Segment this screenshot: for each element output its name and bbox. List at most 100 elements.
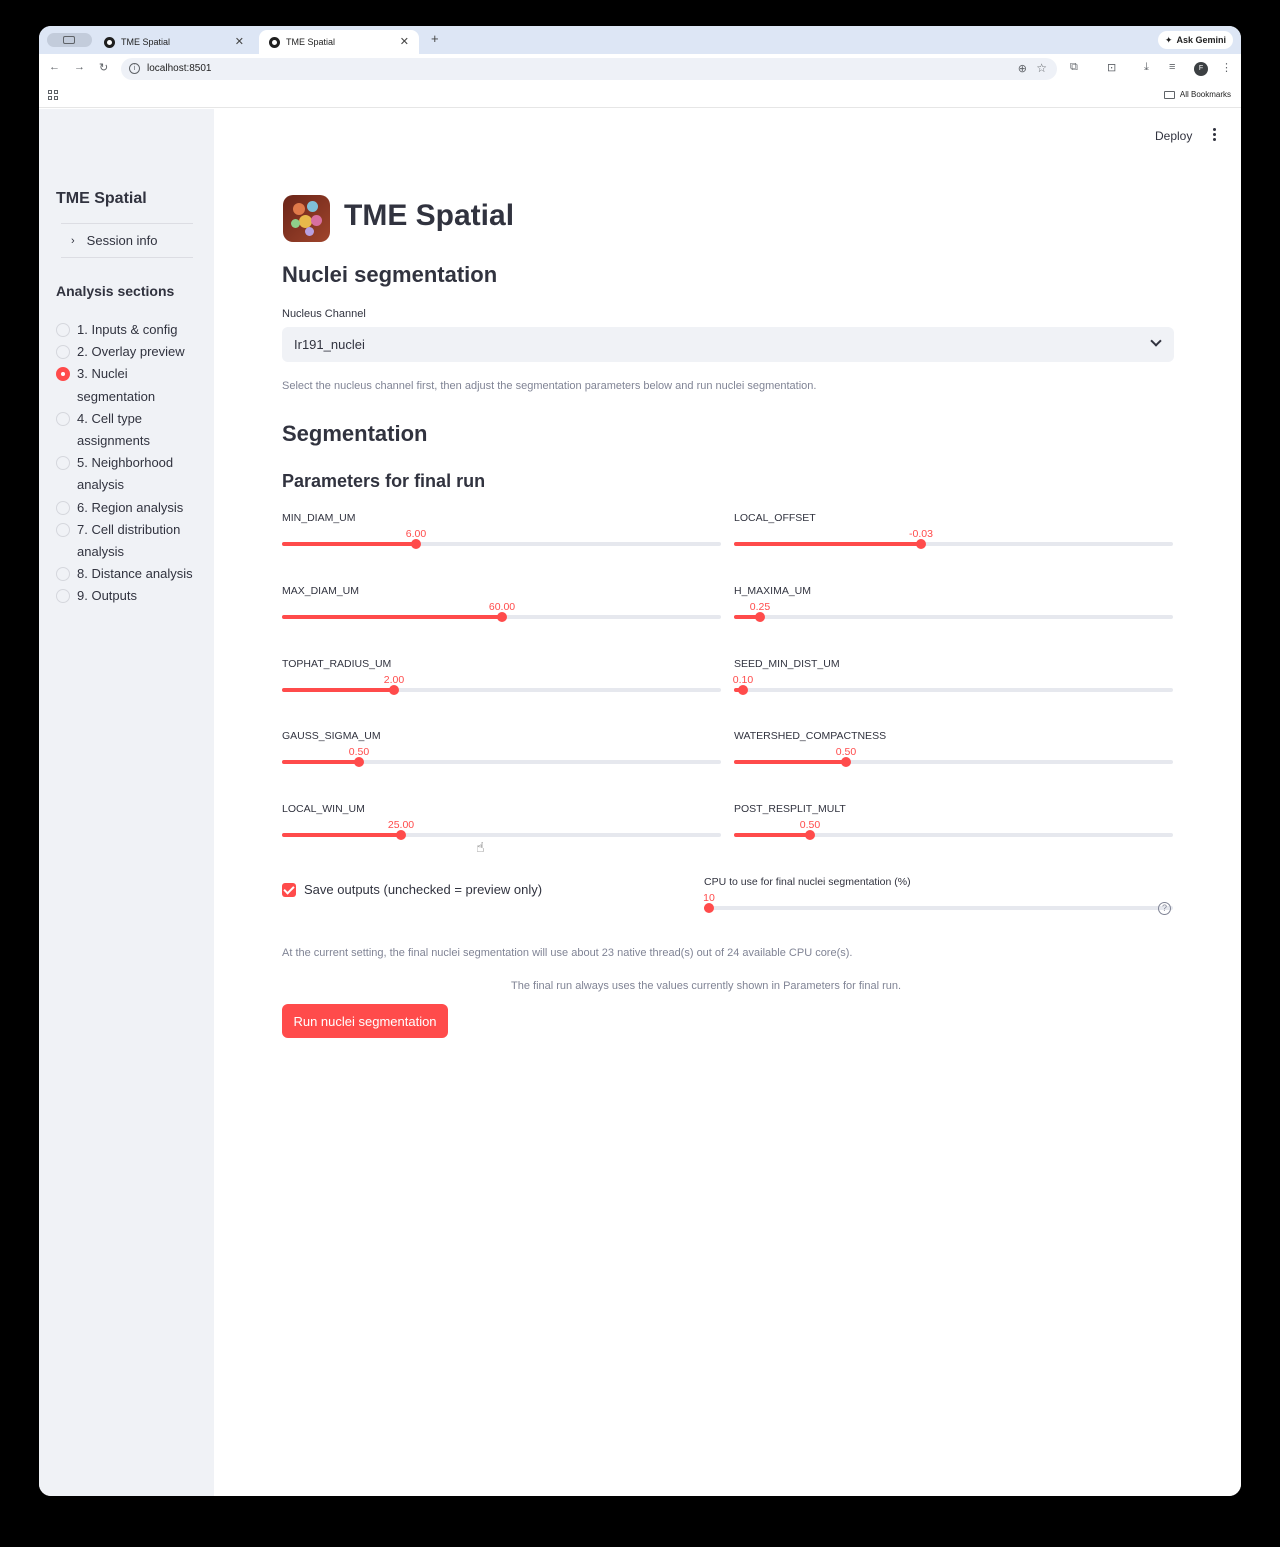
slider-thumb[interactable] [354,757,364,767]
radio-unselected-icon[interactable] [56,411,70,426]
forward-icon[interactable]: → [74,61,85,73]
slider-label: WATERSHED_COMPACTNESS [734,730,887,742]
slider-label: TOPHAT_RADIUS_UM [282,658,392,670]
slider-track[interactable] [282,757,721,767]
slider-thumb[interactable] [841,757,851,767]
slider-track[interactable] [282,612,721,622]
radio-option[interactable]: 8. Distance analysis [56,563,206,585]
close-tab-icon[interactable]: ✕ [400,35,409,48]
hand-cursor-icon: ☝ [476,839,485,855]
session-info-expander[interactable]: › Session info [61,223,193,258]
new-tab-button[interactable]: + [431,31,439,46]
radio-option[interactable]: 6. Region analysis [56,497,206,519]
checkbox-checked-icon[interactable] [282,882,296,897]
parameter-slider[interactable]: TOPHAT_RADIUS_UM 2.00 [282,658,721,708]
parameter-slider[interactable]: POST_RESPLIT_MULT 0.50 [734,803,1173,853]
parameter-slider[interactable]: H_MAXIMA_UM 0.25 [734,585,1173,635]
parameter-slider[interactable]: MAX_DIAM_UM 60.00 [282,585,721,635]
slider-thumb[interactable] [497,612,507,622]
save-outputs-checkbox[interactable]: Save outputs (unchecked = preview only) [282,882,542,897]
radio-option[interactable]: 4. Cell type assignments [56,408,206,452]
radio-unselected-icon[interactable] [56,323,70,337]
save-outputs-label: Save outputs (unchecked = preview only) [304,882,543,897]
main-menu-icon[interactable] [1209,128,1219,143]
radio-unselected-icon[interactable] [56,522,70,537]
channel-hint: Select the nucleus channel first, then a… [282,380,817,392]
radio-unselected-icon[interactable] [56,456,70,471]
slider-fill [282,542,416,546]
slider-thumb[interactable] [805,830,815,840]
radio-option[interactable]: 7. Cell distribution analysis [56,519,206,563]
parameter-slider[interactable]: GAUSS_SIGMA_UM 0.50 [282,730,721,780]
ask-gemini-button[interactable]: ✦ Ask Gemini [1157,31,1233,49]
profile-avatar[interactable]: F [1194,62,1208,76]
browser-menu-icon[interactable]: ⋮ [1221,61,1232,74]
zoom-icon[interactable]: ⊕ [1018,62,1027,75]
extensions-icon[interactable]: ⧉ [1070,61,1078,74]
nucleus-channel-label: Nucleus Channel [282,308,366,320]
slider-thumb[interactable] [738,685,748,695]
slider-track[interactable] [734,685,1173,695]
radio-option[interactable]: 1. Inputs & config [56,319,206,341]
cast-icon[interactable]: ⊡ [1107,61,1116,74]
browser-tab-active[interactable]: TME Spatial ✕ [259,30,419,54]
radio-option-label: 7. Cell distribution analysis [77,521,181,560]
slider-track[interactable] [282,539,721,549]
reading-list-icon[interactable]: ≡ [1169,61,1175,73]
slider-label: GAUSS_SIGMA_UM [282,730,381,742]
radio-unselected-icon[interactable] [56,500,70,515]
bookmark-star-icon[interactable]: ☆ [1036,61,1047,75]
slider-track[interactable] [734,757,1173,767]
site-info-icon[interactable]: i [129,63,140,74]
all-bookmarks-button[interactable]: All Bookmarks [1163,90,1231,99]
slider-thumb[interactable] [755,612,765,622]
radio-option[interactable]: 2. Overlay preview [56,341,206,363]
slider-track[interactable] [282,685,721,695]
ask-gemini-label: Ask Gemini [1176,35,1226,45]
slider-thumb[interactable] [704,903,714,913]
slider-label: LOCAL_WIN_UM [282,803,365,815]
back-icon[interactable]: ← [49,61,60,73]
reload-icon[interactable]: ↻ [99,61,108,74]
browser-tab[interactable]: TME Spatial ✕ [94,30,254,54]
apps-grid-icon[interactable] [48,90,58,100]
slider-track[interactable] [704,903,1173,913]
radio-option[interactable]: 3. Nuclei segmentation [56,363,206,407]
parameter-slider[interactable]: MIN_DIAM_UM 6.00 [282,512,721,562]
slider-track[interactable] [734,539,1173,549]
slider-thumb[interactable] [389,685,399,695]
radio-option-label: 9. Outputs [77,588,137,604]
radio-unselected-icon[interactable] [56,567,70,582]
radio-selected-icon[interactable] [56,367,70,382]
browser-window: TME Spatial ✕ TME Spatial ✕ + ✦ Ask Gemi… [39,26,1241,1496]
slider-track[interactable] [282,830,721,840]
parameter-slider[interactable]: SEED_MIN_DIST_UM 0.10 [733,658,1173,708]
slider-track[interactable] [734,612,1173,622]
slider-thumb[interactable] [916,539,926,549]
radio-option[interactable]: 9. Outputs [56,585,206,607]
slider-thumb[interactable] [411,539,421,549]
slider-fill [282,760,359,764]
slider-fill [734,542,921,546]
parameter-slider[interactable]: WATERSHED_COMPACTNESS 0.50 [734,730,1173,780]
radio-option[interactable]: 5. Neighborhood analysis [56,452,206,496]
download-icon[interactable]: ⤓ [1144,61,1149,74]
address-bar[interactable]: i localhost:8501 ⊕ ☆ [121,58,1057,80]
slider-thumb[interactable] [396,830,406,840]
slider-track[interactable] [734,830,1173,840]
radio-unselected-icon[interactable] [56,589,70,604]
help-icon[interactable]: ? [1158,902,1171,915]
run-nuclei-segmentation-button[interactable]: Run nuclei segmentation [282,1004,448,1038]
parameter-slider[interactable]: LOCAL_WIN_UM 25.00 [282,803,721,853]
nucleus-channel-select[interactable]: Ir191_nuclei [282,327,1174,362]
radio-unselected-icon[interactable] [56,345,70,360]
parameter-slider[interactable]: LOCAL_OFFSET -0.03 [734,512,1173,562]
tab-group-icon[interactable] [47,33,92,47]
deploy-button[interactable]: Deploy [1155,129,1192,143]
slider-fill [282,833,401,837]
chevron-down-icon [1150,335,1162,347]
main-content: Deploy TME Spatial Nuclei segmentation N… [214,109,1241,1496]
close-tab-icon[interactable]: ✕ [235,35,244,48]
tab-title: TME Spatial [286,37,336,47]
cpu-slider[interactable]: CPU to use for final nuclei segmentation… [703,876,1173,926]
